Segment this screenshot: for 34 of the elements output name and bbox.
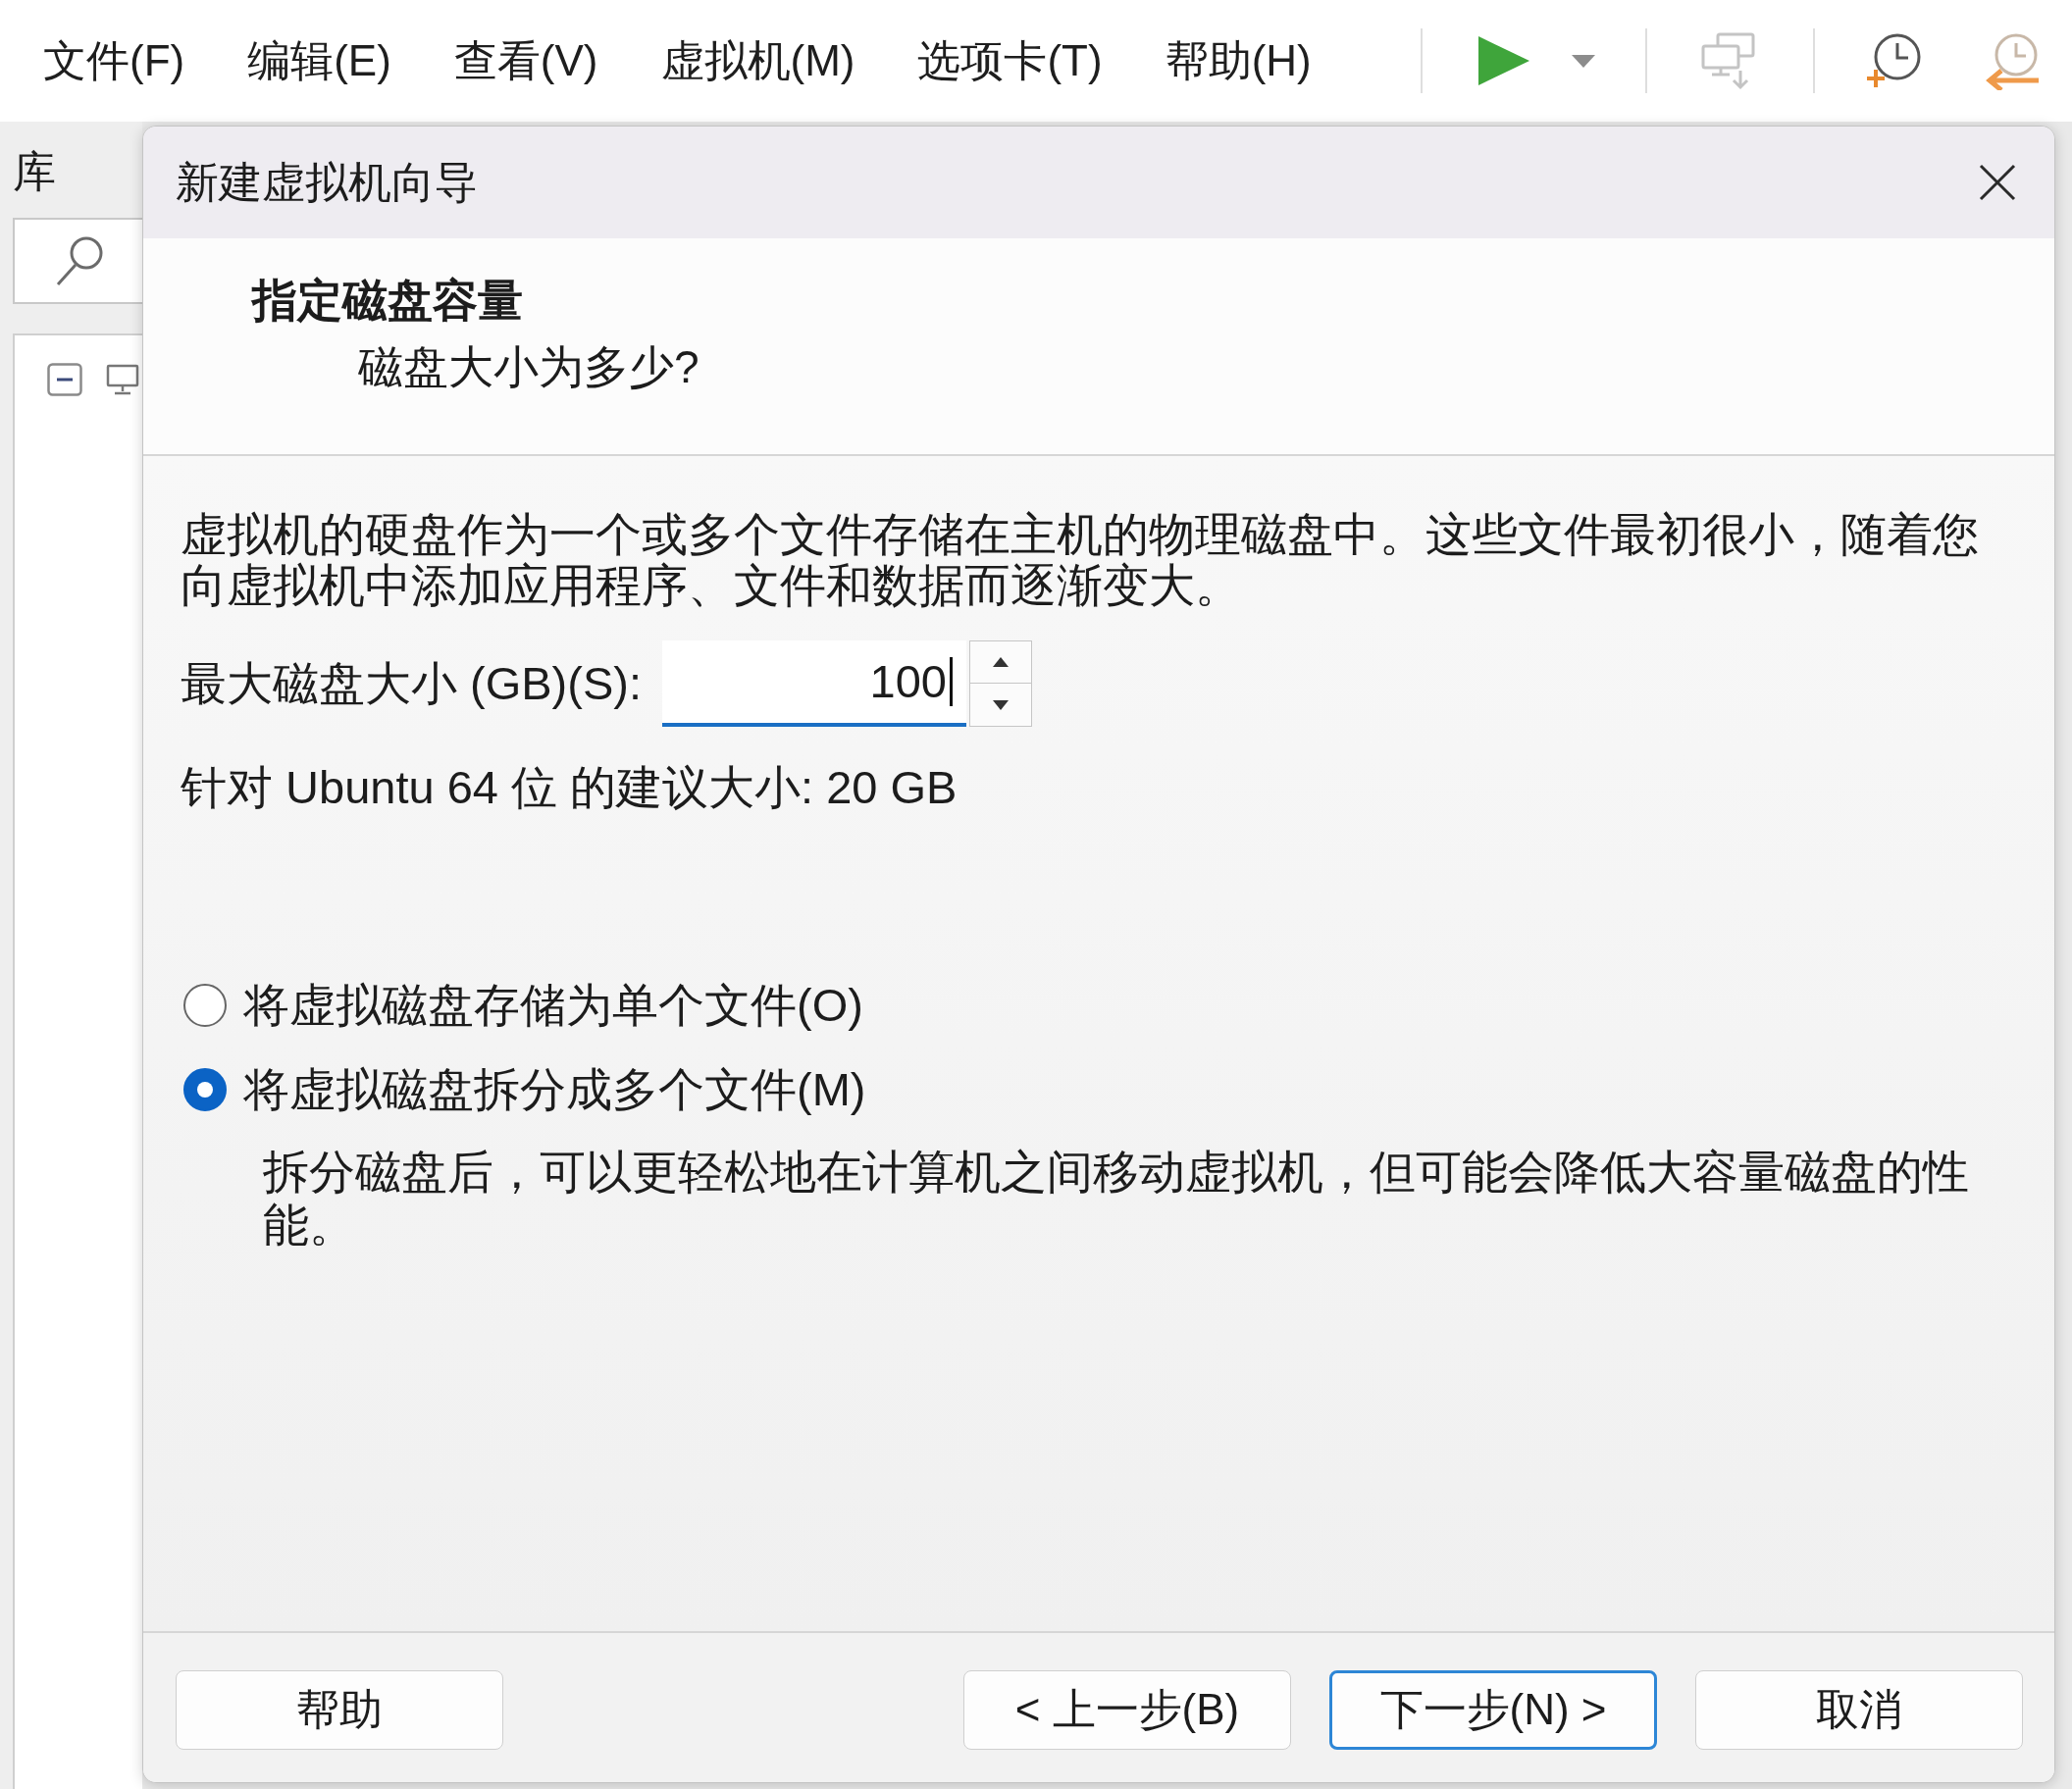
option-description: 拆分磁盘后，可以更轻松地在计算机之间移动虚拟机，但可能会降低大容量磁盘的性能。 [263, 1146, 1970, 1252]
radio-button[interactable] [183, 1068, 227, 1111]
option-label[interactable]: 将虚拟磁盘存储为单个文件(O) [243, 976, 863, 1035]
menu-item[interactable]: 虚拟机(M) [660, 33, 855, 88]
menu-item[interactable]: 文件(F) [43, 33, 185, 88]
recommendation-text: 针对 Ubuntu 64 位 的建议大小: 20 GB [181, 762, 958, 813]
option-label[interactable]: 将虚拟磁盘拆分成多个文件(M) [243, 1060, 866, 1119]
close-icon[interactable] [1978, 163, 2017, 202]
description-text: 虚拟机的硬盘作为一个或多个文件存储在主机的物理磁盘中。这些文件最初很小，随着您向虚拟机中添加应用程序、文件和数据而逐渐变大。 [181, 509, 1980, 611]
caret-icon[interactable] [1572, 54, 1595, 68]
step-title: 指定磁盘容量 [252, 274, 523, 328]
menu-item[interactable]: 编辑(E) [247, 33, 391, 88]
menu-item[interactable]: 选项卡(T) [917, 33, 1103, 88]
spin-down-button[interactable] [969, 684, 1032, 727]
computer-icon [106, 364, 139, 395]
collapse-icon[interactable] [47, 363, 82, 396]
help-button[interactable]: 帮助 [176, 1670, 503, 1750]
radio-button[interactable] [183, 984, 227, 1027]
disk-size-label: 最大磁盘大小 (GB)(S): [181, 658, 642, 709]
menu-item[interactable]: 查看(V) [453, 33, 598, 88]
next-button[interactable]: 下一步(N) > [1329, 1670, 1657, 1750]
window-title: 新建虚拟机向导 [176, 157, 478, 208]
down-arrow-icon [993, 699, 1009, 710]
input-field[interactable]: 100 [662, 640, 966, 727]
spin-up-button[interactable] [969, 640, 1032, 684]
search-field[interactable] [13, 218, 142, 304]
library-title: 库 [13, 146, 56, 197]
back-button[interactable]: < 上一步(B) [963, 1670, 1291, 1750]
search-icon [54, 235, 103, 286]
up-arrow-icon [993, 657, 1009, 667]
menu-item[interactable]: 帮助(H) [1165, 33, 1312, 88]
step-subtitle: 磁盘大小为多少? [358, 340, 699, 394]
text-cursor [950, 657, 953, 706]
cancel-button[interactable]: 取消 [1695, 1670, 2023, 1750]
